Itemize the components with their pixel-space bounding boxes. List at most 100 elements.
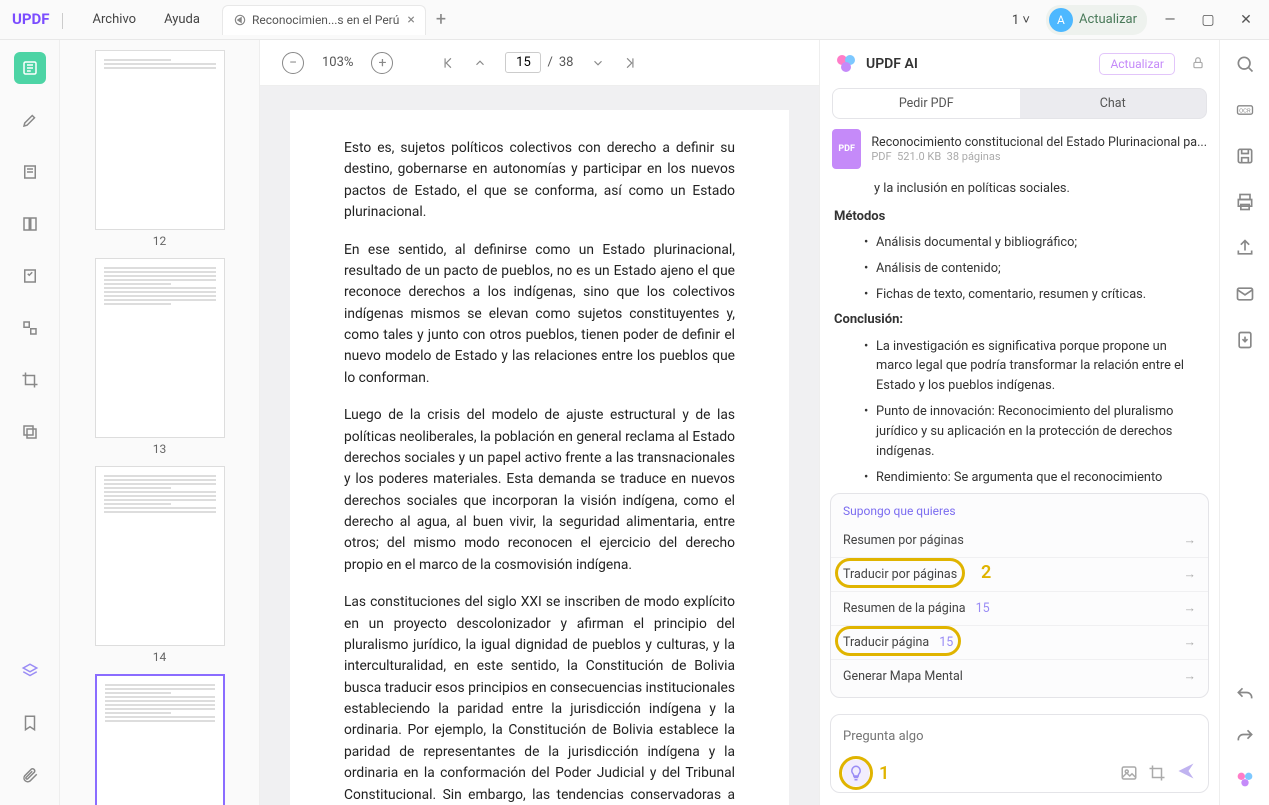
tab-title: Reconocimien...s en el Perú (252, 13, 399, 27)
page-content: Esto es, sujetos políticos colectivos co… (290, 110, 789, 805)
highlight-tool[interactable] (14, 104, 46, 136)
close-icon[interactable]: × (407, 12, 414, 28)
ai-update-button[interactable]: Actualizar (1099, 53, 1175, 75)
titlebar: UPDF Archivo Ayuda Reconocimien...s en e… (0, 0, 1269, 40)
ai-question-input[interactable] (843, 729, 1196, 744)
annotation-number: 2 (981, 562, 991, 583)
update-button: Actualizar (1079, 12, 1137, 27)
lock-icon[interactable] (1191, 55, 1205, 74)
crop-tool[interactable] (14, 364, 46, 396)
search-icon[interactable] (1235, 54, 1255, 78)
attachment-tool[interactable] (14, 759, 46, 791)
new-tab-button[interactable]: + (436, 9, 446, 30)
ai-doc-meta: PDF 521.0 KB 38 páginas (871, 150, 1207, 163)
thumb-label: 14 (95, 650, 225, 664)
email-icon[interactable] (1235, 284, 1255, 308)
doc-paragraph: Las constituciones del siglo XXI se insc… (344, 592, 735, 805)
thumb-12[interactable]: 12 (95, 50, 225, 248)
doc-paragraph: En ese sentido, al definirse como un Est… (344, 240, 735, 390)
document-scroll[interactable]: Esto es, sujetos políticos colectivos co… (260, 86, 819, 805)
ai-summary[interactable]: y la inclusión en políticas sociales. Mé… (820, 179, 1219, 485)
page-input[interactable] (505, 52, 541, 73)
redact-tool[interactable] (14, 312, 46, 344)
thumbnail-panel: 12 13 14 15 (60, 40, 260, 805)
image-icon[interactable] (1120, 764, 1138, 782)
ai-heading: Métodos (834, 207, 1205, 227)
doc-paragraph: Esto es, sujetos políticos colectivos co… (344, 138, 735, 224)
ai-bullet: Rendimiento: Se argumenta que el reconoc… (862, 468, 1205, 485)
annotation-number: 1 (879, 763, 889, 784)
print-icon[interactable] (1235, 192, 1255, 216)
maximize-icon[interactable]: ▢ (1193, 12, 1223, 28)
menu-ayuda[interactable]: Ayuda (164, 12, 200, 27)
crop-icon[interactable] (1148, 764, 1166, 782)
export-icon[interactable] (1235, 330, 1255, 354)
suggest-traducir-pagina[interactable]: Traducir página 15 → (831, 625, 1208, 659)
suggest-resumen-pagina[interactable]: Resumen de la página 15 → (831, 591, 1208, 625)
pdf-icon: PDF (832, 129, 861, 169)
suggestion-title: Supongo que quieres (831, 504, 1208, 524)
updf-ai-logo-icon (834, 52, 858, 76)
thumb-label: 13 (95, 442, 225, 456)
document-tab[interactable]: Reconocimien...s en el Perú × (222, 5, 426, 35)
first-page-button[interactable] (441, 56, 455, 70)
ai-bullet: Análisis de contenido; (862, 259, 1205, 279)
page-sep: / (547, 55, 552, 70)
svg-text:OCR: OCR (1239, 109, 1251, 115)
ai-bullet: La investigación es significativa porque… (862, 337, 1205, 396)
reader-tool[interactable] (14, 52, 46, 84)
ai-bullet: Fichas de texto, comentario, resumen y c… (862, 285, 1205, 305)
ai-panel: UPDF AI Actualizar Pedir PDF Chat PDF Re… (819, 40, 1219, 805)
copy-tool[interactable] (14, 416, 46, 448)
ai-heading: Conclusión: (834, 310, 1205, 330)
arrow-right-icon: → (1184, 601, 1197, 616)
ai-bullet: Punto de innovación: Reconocimiento del … (862, 402, 1205, 461)
thumb-13[interactable]: 13 (95, 258, 225, 456)
thumb-14[interactable]: 14 (95, 466, 225, 664)
app-logo: UPDF (12, 10, 63, 28)
minimize-icon[interactable]: — (1155, 12, 1185, 28)
thumb-15[interactable]: 15 (95, 674, 225, 805)
ai-input-box: 1 (830, 714, 1209, 793)
ideas-button[interactable] (843, 760, 869, 786)
share-icon[interactable] (1235, 238, 1255, 262)
doc-paragraph: Luego de la crisis del modelo de ajuste … (344, 405, 735, 576)
annotation-oval (839, 756, 873, 790)
ai-tabs: Pedir PDF Chat (832, 88, 1207, 119)
redo-icon[interactable] (1235, 727, 1255, 751)
tab-doc-icon (233, 13, 247, 27)
save-icon[interactable] (1235, 146, 1255, 170)
last-page-button[interactable] (623, 56, 637, 70)
document-area: − 103% + / 38 Esto es, sujetos políticos… (260, 40, 819, 805)
zoom-level[interactable]: 103% (322, 55, 353, 70)
ai-bullet: Análisis documental y bibliográfico; (862, 233, 1205, 253)
thumb-label: 12 (95, 234, 225, 248)
edit-tool[interactable] (14, 156, 46, 188)
menu-archivo[interactable]: Archivo (93, 12, 137, 27)
ai-assist-icon[interactable] (1234, 769, 1256, 791)
suggest-resumen-paginas[interactable]: Resumen por páginas → (831, 524, 1208, 557)
ocr-icon[interactable]: OCR (1235, 100, 1255, 124)
form-tool[interactable] (14, 260, 46, 292)
send-button[interactable] (1176, 761, 1196, 785)
zoom-out-button[interactable]: − (282, 52, 304, 74)
next-page-button[interactable] (591, 56, 605, 70)
page-total: 38 (559, 55, 574, 70)
suggest-traducir-paginas[interactable]: Traducir por páginas → 2 (831, 557, 1208, 591)
tab-chat[interactable]: Chat (1020, 89, 1207, 118)
ai-text: y la inclusión en políticas sociales. (834, 179, 1205, 199)
layers-tool[interactable] (14, 655, 46, 687)
arrow-right-icon: → (1184, 669, 1197, 684)
user-pill[interactable]: A Actualizar (1046, 5, 1147, 35)
organize-tool[interactable] (14, 208, 46, 240)
tab-pedir-pdf[interactable]: Pedir PDF (833, 89, 1020, 118)
zoom-in-button[interactable]: + (371, 52, 393, 74)
close-window-icon[interactable]: ✕ (1231, 12, 1261, 28)
ai-doc-card: PDF Reconocimiento constitucional del Es… (832, 129, 1207, 169)
prev-page-button[interactable] (473, 56, 487, 70)
undo-icon[interactable] (1235, 685, 1255, 709)
arrow-right-icon: → (1184, 635, 1197, 650)
suggest-mapa-mental[interactable]: Generar Mapa Mental → (831, 659, 1208, 693)
bookmark-tool[interactable] (14, 707, 46, 739)
window-count-dropdown[interactable]: 1 ˅ (1012, 12, 1030, 28)
